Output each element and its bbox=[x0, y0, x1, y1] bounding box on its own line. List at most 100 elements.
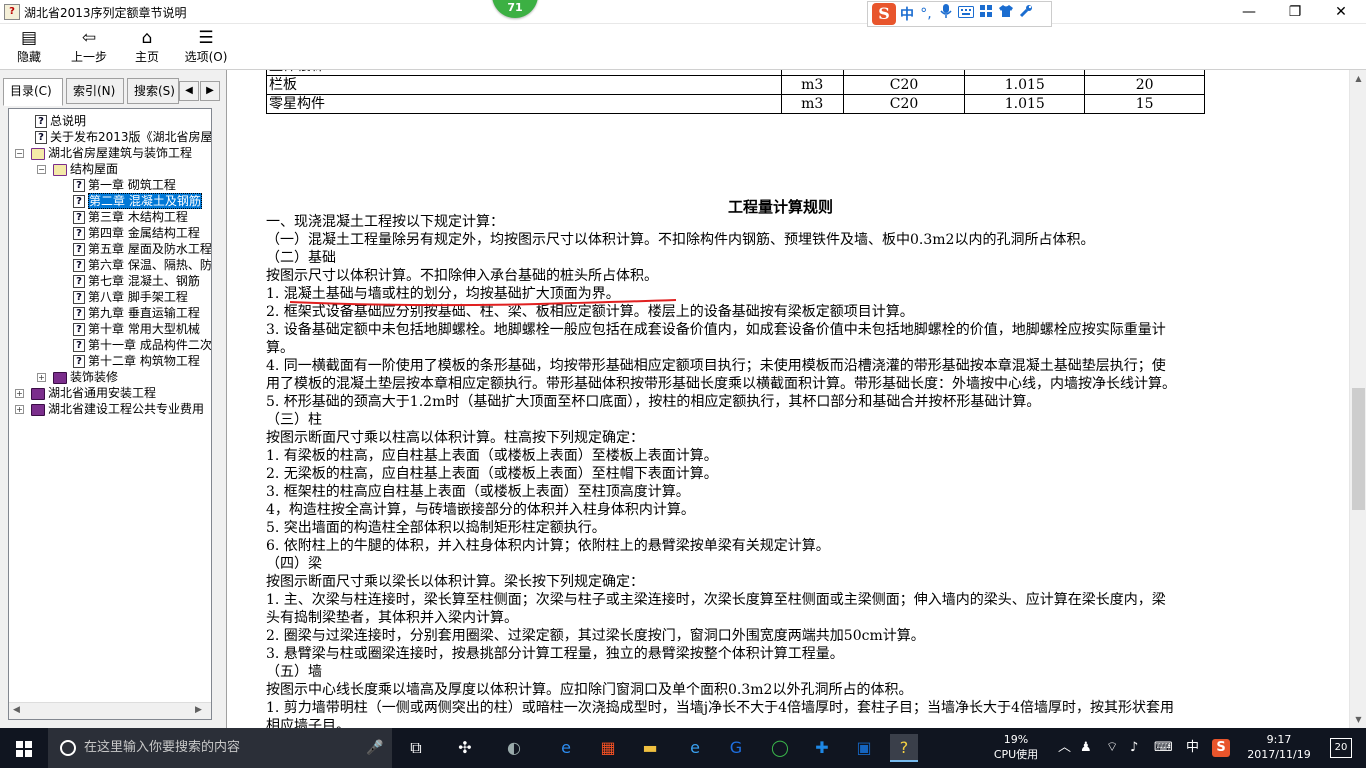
clock[interactable]: 9:17 2017/11/19 bbox=[1240, 732, 1318, 762]
wifi-icon[interactable]: ⌔ bbox=[1106, 728, 1118, 768]
shirt-icon[interactable] bbox=[998, 3, 1014, 25]
tree-toggle-icon[interactable]: + bbox=[15, 389, 24, 398]
tree-item[interactable]: ? 第四章 金属结构工程 bbox=[73, 225, 200, 241]
scroll-right-icon[interactable]: ▶ bbox=[195, 705, 202, 715]
tab-scroll-right-icon[interactable]: ▶ bbox=[200, 81, 220, 101]
scroll-left-icon[interactable]: ◀ bbox=[13, 705, 20, 715]
help-page-icon: ? bbox=[73, 179, 85, 192]
punct-icon[interactable]: °, bbox=[918, 3, 934, 25]
help-page-icon: ? bbox=[73, 355, 85, 368]
closed-book-icon bbox=[53, 371, 67, 384]
help-page-icon: ? bbox=[35, 131, 47, 144]
table-cell: 1.015 bbox=[964, 75, 1086, 95]
tree-item[interactable]: ? 关于发布2013版《湖北省房屋 bbox=[35, 129, 211, 145]
green-app-icon[interactable]: G bbox=[722, 734, 750, 762]
notification-center-button[interactable]: 20 bbox=[1330, 738, 1352, 758]
table-cell: 1.015 bbox=[964, 94, 1086, 114]
minimize-button[interactable]: — bbox=[1226, 0, 1272, 24]
ie-icon[interactable]: ▬ bbox=[636, 734, 664, 762]
tree-item[interactable]: ? 第一章 砌筑工程 bbox=[73, 177, 176, 193]
restore-button[interactable]: ❐ bbox=[1272, 0, 1318, 24]
tree-item[interactable]: ? 第七章 混凝土、钢筋 bbox=[73, 273, 200, 289]
tree-item[interactable]: 湖北省房屋建筑与装饰工程 bbox=[31, 145, 192, 161]
edge-icon[interactable]: ◐ bbox=[500, 734, 528, 762]
toolbar: ▤ 隐藏 ⇦ 上一步 ⌂ 主页 ☰ 选项(O) bbox=[0, 24, 1366, 70]
help-page-icon: ? bbox=[73, 195, 85, 208]
tree-toggle-icon[interactable]: + bbox=[37, 373, 46, 382]
grid-icon[interactable] bbox=[978, 3, 994, 25]
store-icon[interactable]: e bbox=[552, 734, 580, 762]
cross-app-icon[interactable]: ◯ bbox=[766, 734, 794, 762]
tree-item[interactable]: 湖北省建设工程公共专业费用 bbox=[31, 401, 204, 417]
sogou-tray-icon[interactable]: S bbox=[1212, 739, 1230, 757]
content-vertical-scrollbar[interactable]: ▲ ▼ bbox=[1349, 70, 1366, 728]
task-view-icon[interactable]: ⧉ bbox=[402, 734, 430, 762]
scroll-thumb[interactable] bbox=[1352, 388, 1365, 510]
tab-contents[interactable]: 目录(C) bbox=[3, 78, 63, 106]
mic-icon[interactable] bbox=[938, 3, 954, 26]
contents-tree: ? 总说明? 关于发布2013版《湖北省房屋 − 湖北省房屋建筑与装饰工程 − 结构屋面? 第… bbox=[8, 108, 212, 720]
home-button[interactable]: ⌂ 主页 bbox=[126, 24, 168, 70]
tree-item[interactable]: 装饰装修 bbox=[53, 369, 118, 385]
ime-mode[interactable]: 中 bbox=[900, 4, 914, 24]
tree-toggle-icon[interactable]: + bbox=[15, 405, 24, 414]
paragraph-line: 算。 bbox=[266, 340, 294, 356]
scroll-down-icon[interactable]: ▼ bbox=[1350, 711, 1366, 728]
tree-item[interactable]: ? 第十章 常用大型机械 bbox=[73, 321, 200, 337]
help-page-icon: ? bbox=[73, 211, 85, 224]
options-button[interactable]: ☰ 选项(O) bbox=[182, 24, 230, 70]
keyboard-icon[interactable]: ⌨ bbox=[1154, 728, 1173, 768]
scroll-up-icon[interactable]: ▲ bbox=[1350, 70, 1366, 87]
tree-item[interactable]: 湖北省通用安装工程 bbox=[31, 385, 156, 401]
score-badge[interactable]: 71 bbox=[492, 0, 538, 18]
show-hidden-icons-icon[interactable]: ︿ bbox=[1058, 728, 1071, 768]
tree-item[interactable]: ? 总说明 bbox=[35, 113, 86, 129]
tree-toggle-icon[interactable]: − bbox=[15, 149, 24, 158]
hide-pane-icon: ▤ bbox=[20, 28, 38, 48]
tree-item[interactable]: ? 第十二章 构筑物工程 bbox=[73, 353, 200, 369]
tree-item-label: 第三章 木结构工程 bbox=[88, 210, 188, 224]
tab-index[interactable]: 索引(N) bbox=[66, 78, 124, 104]
notes-app-icon[interactable]: ▣ bbox=[850, 734, 878, 762]
open-book-icon bbox=[31, 147, 45, 160]
tree-item[interactable]: ? 第六章 保温、隔热、防 bbox=[73, 257, 211, 273]
tree-item[interactable]: ? 第三章 木结构工程 bbox=[73, 209, 188, 225]
browser-icon[interactable]: e bbox=[681, 734, 709, 762]
table-cell: m3 bbox=[780, 94, 844, 114]
tab-search[interactable]: 搜索(S) bbox=[127, 78, 179, 104]
tree-item[interactable]: 结构屋面 bbox=[53, 161, 118, 177]
help-app-icon[interactable]: ? bbox=[890, 734, 918, 762]
keyboard-icon[interactable] bbox=[958, 3, 974, 25]
file-explorer-icon[interactable]: ▦ bbox=[594, 734, 622, 762]
closed-book-icon bbox=[31, 403, 45, 416]
table-cell: 栏板 bbox=[266, 75, 782, 95]
person-icon[interactable]: ♟ bbox=[1080, 728, 1092, 768]
tree-item-label: 第二章 混凝土及钢筋 bbox=[88, 193, 202, 209]
fan-app-icon[interactable]: ✣ bbox=[451, 734, 479, 762]
volume-icon[interactable]: ♪ bbox=[1130, 728, 1138, 768]
ime-indicator[interactable]: 中 bbox=[1186, 728, 1199, 768]
tree-item[interactable]: ? 第二章 混凝土及钢筋 bbox=[73, 193, 202, 209]
sogou-logo-icon[interactable]: S bbox=[872, 3, 896, 25]
table-cell: 20 bbox=[1084, 75, 1205, 95]
microphone-icon[interactable]: 🎤 bbox=[366, 728, 383, 768]
tree-item[interactable]: ? 第五章 屋面及防水工程 bbox=[73, 241, 211, 257]
tree-item[interactable]: ? 第八章 脚手架工程 bbox=[73, 289, 188, 305]
tree-item-label: 装饰装修 bbox=[70, 370, 119, 384]
hide-button[interactable]: ▤ 隐藏 bbox=[8, 24, 50, 70]
close-button[interactable]: ✕ bbox=[1318, 0, 1364, 24]
paragraph-line: （二）基础 bbox=[266, 250, 336, 266]
tree-item[interactable]: ? 第九章 垂直运输工程 bbox=[73, 305, 200, 321]
tree-item-label: 第十二章 构筑物工程 bbox=[88, 354, 200, 368]
tab-scroll-left-icon[interactable]: ◀ bbox=[179, 81, 199, 101]
wrench-icon[interactable] bbox=[1018, 3, 1034, 25]
back-button[interactable]: ⇦ 上一步 bbox=[64, 24, 114, 70]
tree-horizontal-scrollbar[interactable]: ◀ ▶ bbox=[9, 702, 211, 719]
cpu-meter[interactable]: 19% CPU使用 bbox=[988, 732, 1044, 762]
photo-app-icon[interactable]: ✚ bbox=[808, 734, 836, 762]
help-app-icon[interactable]: ? bbox=[4, 4, 20, 20]
tree-item[interactable]: ? 第十一章 成品构件二次 bbox=[73, 337, 211, 353]
taskbar-search-box[interactable]: 在这里输入你要搜索的内容 🎤 bbox=[48, 728, 392, 768]
tree-toggle-icon[interactable]: − bbox=[37, 165, 46, 174]
start-button[interactable] bbox=[0, 728, 48, 768]
